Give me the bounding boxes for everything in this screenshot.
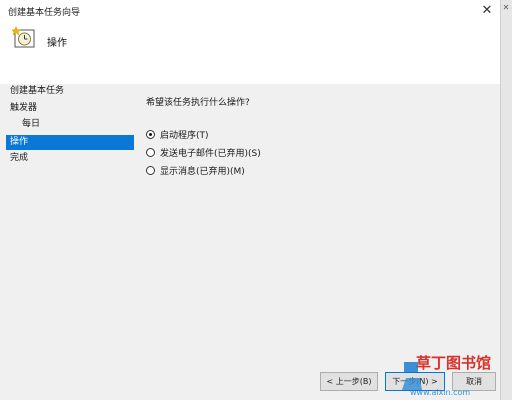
radio-unselected-icon[interactable] [146,148,155,157]
sidebar-item-trigger[interactable]: 触发器 [6,101,134,116]
watermark: 草丁图书馆 www.aixin.com [400,352,500,400]
background-close-icon: ✕ [502,3,510,12]
radio-unselected-icon[interactable] [146,166,155,175]
radio-send-email[interactable]: 发送电子邮件(已弃用)(S) [146,147,261,161]
radio-label: 启动程序(T) [160,131,209,141]
back-button[interactable]: < 上一步(B) [320,372,378,391]
radio-show-message[interactable]: 显示消息(已弃用)(M) [146,165,245,179]
sidebar-item-action[interactable]: 操作 [6,135,134,150]
task-clock-icon [11,26,38,50]
wizard-window: 创建基本任务向导 ✕ 操作 创建基本任务 触发器 每日 操作 完成 希望该任务执… [0,0,512,400]
watermark-title: 草丁图书馆 [416,354,492,372]
page-title: 操作 [47,38,67,49]
sidebar-item-finish[interactable]: 完成 [6,151,134,166]
sidebar-item-create-basic-task[interactable]: 创建基本任务 [6,84,134,99]
radio-start-program[interactable]: 启动程序(T) [146,129,209,143]
action-question: 希望该任务执行什么操作? [146,98,250,108]
sidebar-item-daily[interactable]: 每日 [6,117,134,132]
close-icon[interactable]: ✕ [478,2,496,20]
radio-label: 显示消息(已弃用)(M) [160,167,245,177]
step-list: 创建基本任务 触发器 每日 操作 完成 [0,84,134,400]
background-window-edge: ✕ [500,0,512,400]
watermark-url: www.aixin.com [410,388,471,397]
window-title: 创建基本任务向导 [8,8,81,18]
page-header: 操作 [0,22,500,84]
title-bar: 创建基本任务向导 ✕ [0,0,500,22]
radio-label: 发送电子邮件(已弃用)(S) [160,149,261,159]
radio-selected-icon[interactable] [146,130,155,139]
